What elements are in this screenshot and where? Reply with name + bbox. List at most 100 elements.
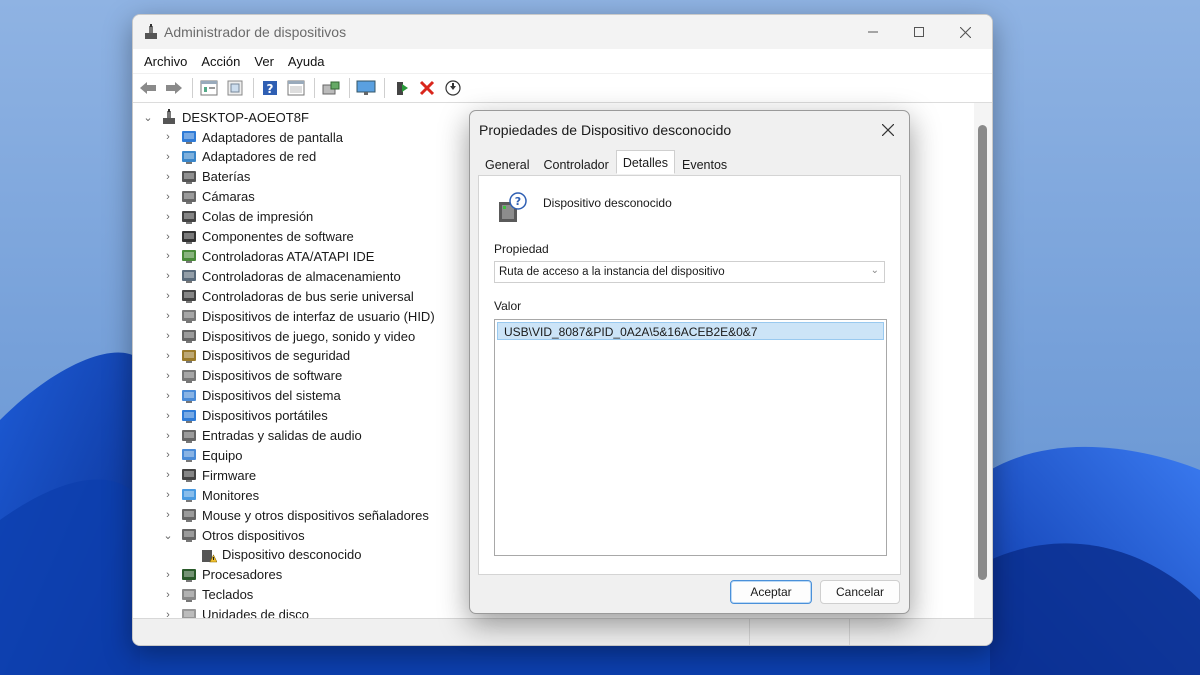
vertical-scrollbar[interactable]	[974, 103, 992, 618]
chevron-right-icon[interactable]: ›	[161, 469, 175, 481]
chevron-right-icon[interactable]: ›	[161, 410, 175, 422]
status-cell	[749, 619, 850, 645]
add-driver-icon	[397, 82, 408, 95]
chevron-right-icon[interactable]: ›	[161, 151, 175, 163]
tree-item-label: Monitores	[202, 487, 260, 503]
chevron-right-icon[interactable]: ›	[161, 390, 175, 402]
tree-item-entradas-salidas-audio[interactable]: › Entradas y salidas de audio	[161, 426, 362, 446]
tree-item-procesadores[interactable]: › Procesadores	[161, 565, 282, 585]
chevron-down-icon[interactable]: ⌄	[141, 111, 155, 124]
chevron-right-icon[interactable]: ›	[161, 449, 175, 461]
tree-item-label: Adaptadores de pantalla	[202, 129, 343, 145]
tree-item-controladoras-usb[interactable]: › Controladoras de bus serie universal	[161, 286, 414, 306]
menu-ver[interactable]: Ver	[247, 54, 281, 69]
tree-item-dispositivos-software[interactable]: › Dispositivos de software	[161, 366, 342, 386]
chevron-right-icon[interactable]: ›	[161, 171, 175, 183]
chevron-right-icon[interactable]: ›	[161, 509, 175, 521]
tree-item-componentes-software[interactable]: › Componentes de software	[161, 227, 354, 247]
tree-item-colas-impresion[interactable]: › Colas de impresión	[161, 207, 313, 227]
view-button[interactable]	[284, 77, 308, 99]
maximize-button[interactable]	[896, 15, 942, 49]
properties-button[interactable]	[197, 77, 221, 99]
tree-item-otros-dispositivos[interactable]: ⌄ Otros dispositivos	[161, 525, 304, 545]
menu-archivo[interactable]: Archivo	[137, 54, 194, 69]
cancel-button[interactable]: Cancelar	[820, 580, 900, 604]
dialog-close-button[interactable]	[877, 119, 899, 141]
value-listbox[interactable]: USB\VID_8087&PID_0A2A\5&16ACEB2E&0&7	[494, 319, 887, 556]
tree-item-monitores[interactable]: › Monitores	[161, 485, 259, 505]
tree-item-dispositivo-desconocido[interactable]: Dispositivo desconocido	[181, 545, 361, 565]
tree-item-mouse[interactable]: › Mouse y otros dispositivos señaladores	[161, 505, 429, 525]
menu-accion[interactable]: Acción	[194, 54, 247, 69]
chevron-right-icon[interactable]: ›	[161, 191, 175, 203]
chevron-right-icon[interactable]: ›	[161, 250, 175, 262]
chevron-down-icon[interactable]: ⌄	[161, 529, 175, 542]
chevron-right-icon[interactable]: ›	[161, 211, 175, 223]
back-button[interactable]	[136, 77, 160, 99]
close-icon	[959, 26, 971, 38]
other-devices-icon	[181, 527, 197, 543]
value-list-item[interactable]: USB\VID_8087&PID_0A2A\5&16ACEB2E&0&7	[497, 322, 884, 340]
tree-item-adaptadores-pantalla[interactable]: › Adaptadores de pantalla	[161, 127, 343, 147]
tree-item-label: Controladoras de almacenamiento	[202, 268, 401, 284]
disable-device-button[interactable]	[441, 77, 465, 99]
tree-item-seguridad[interactable]: › Dispositivos de seguridad	[161, 346, 350, 366]
chevron-right-icon[interactable]: ›	[161, 270, 175, 282]
properties-dialog: Propiedades de Dispositivo desconocido G…	[469, 110, 910, 614]
tree-item-unidades-disco[interactable]: › Unidades de disco	[161, 605, 309, 618]
forward-button[interactable]	[162, 77, 186, 99]
tree-item-teclados[interactable]: › Teclados	[161, 585, 253, 605]
tree-item-dispositivos-sistema[interactable]: › Dispositivos del sistema	[161, 386, 341, 406]
chevron-right-icon[interactable]: ›	[161, 489, 175, 501]
tab-eventos[interactable]: Eventos	[675, 153, 734, 176]
chevron-right-icon[interactable]: ›	[161, 430, 175, 442]
tree-item-label: Dispositivos de juego, sonido y video	[202, 328, 416, 344]
tree-item-adaptadores-red[interactable]: › Adaptadores de red	[161, 147, 316, 167]
minimize-button[interactable]	[850, 15, 896, 49]
chevron-right-icon[interactable]: ›	[161, 609, 175, 618]
tab-controlador[interactable]: Controlador	[536, 153, 615, 176]
dialog-title: Propiedades de Dispositivo desconocido	[479, 122, 732, 138]
tree-item-label: Mouse y otros dispositivos señaladores	[202, 507, 429, 523]
chevron-right-icon[interactable]: ›	[161, 589, 175, 601]
chevron-right-icon[interactable]: ›	[161, 231, 175, 243]
tree-item-controladoras-almacenamiento[interactable]: › Controladoras de almacenamiento	[161, 266, 401, 286]
tree-item-baterias[interactable]: › Baterías	[161, 167, 250, 187]
tree-root[interactable]: ⌄ DESKTOP-AOEOT8F	[141, 107, 309, 127]
monitor-icon	[356, 80, 376, 95]
maximize-icon	[914, 27, 924, 37]
update-driver-button[interactable]	[223, 77, 247, 99]
keyboard-icon	[181, 587, 197, 603]
menu-ayuda[interactable]: Ayuda	[281, 54, 332, 69]
property-select[interactable]: Ruta de acceso a la instancia del dispos…	[494, 261, 885, 283]
toolbar-separator	[192, 78, 193, 98]
chevron-right-icon[interactable]: ›	[161, 370, 175, 382]
chevron-right-icon[interactable]: ›	[161, 131, 175, 143]
monitor-button[interactable]	[354, 77, 378, 99]
tree-item-camaras[interactable]: › Cámaras	[161, 187, 255, 207]
tab-general[interactable]: General	[478, 153, 536, 176]
scan-hardware-button[interactable]	[319, 77, 343, 99]
chevron-right-icon[interactable]: ›	[161, 569, 175, 581]
chevron-right-icon[interactable]: ›	[161, 310, 175, 322]
chevron-right-icon[interactable]: ›	[161, 330, 175, 342]
uninstall-button[interactable]	[415, 77, 439, 99]
scrollbar-thumb[interactable]	[978, 125, 987, 580]
software-device-icon	[181, 368, 197, 384]
chevron-right-icon[interactable]: ›	[161, 290, 175, 302]
tree-item-dispositivos-portatiles[interactable]: › Dispositivos portátiles	[161, 406, 328, 426]
window-title: Administrador de dispositivos	[164, 24, 347, 40]
close-button[interactable]	[942, 15, 988, 49]
chevron-right-icon[interactable]: ›	[161, 350, 175, 362]
help-button[interactable]: ?	[258, 77, 282, 99]
tree-item-controladoras-ata[interactable]: › Controladoras ATA/ATAPI IDE	[161, 246, 374, 266]
tree-item-hid[interactable]: › Dispositivos de interfaz de usuario (HI…	[161, 306, 435, 326]
tree-item-equipo[interactable]: › Equipo	[161, 445, 242, 465]
tree-item-juego-sonido-video[interactable]: › Dispositivos de juego, sonido y video	[161, 326, 415, 346]
tree-item-label: Dispositivos de interfaz de usuario (HID…	[202, 308, 435, 324]
close-icon	[882, 124, 894, 136]
add-driver-button[interactable]	[389, 77, 413, 99]
tree-item-firmware[interactable]: › Firmware	[161, 465, 256, 485]
ok-button[interactable]: Aceptar	[730, 580, 812, 604]
tab-detalles[interactable]: Detalles	[615, 150, 675, 174]
